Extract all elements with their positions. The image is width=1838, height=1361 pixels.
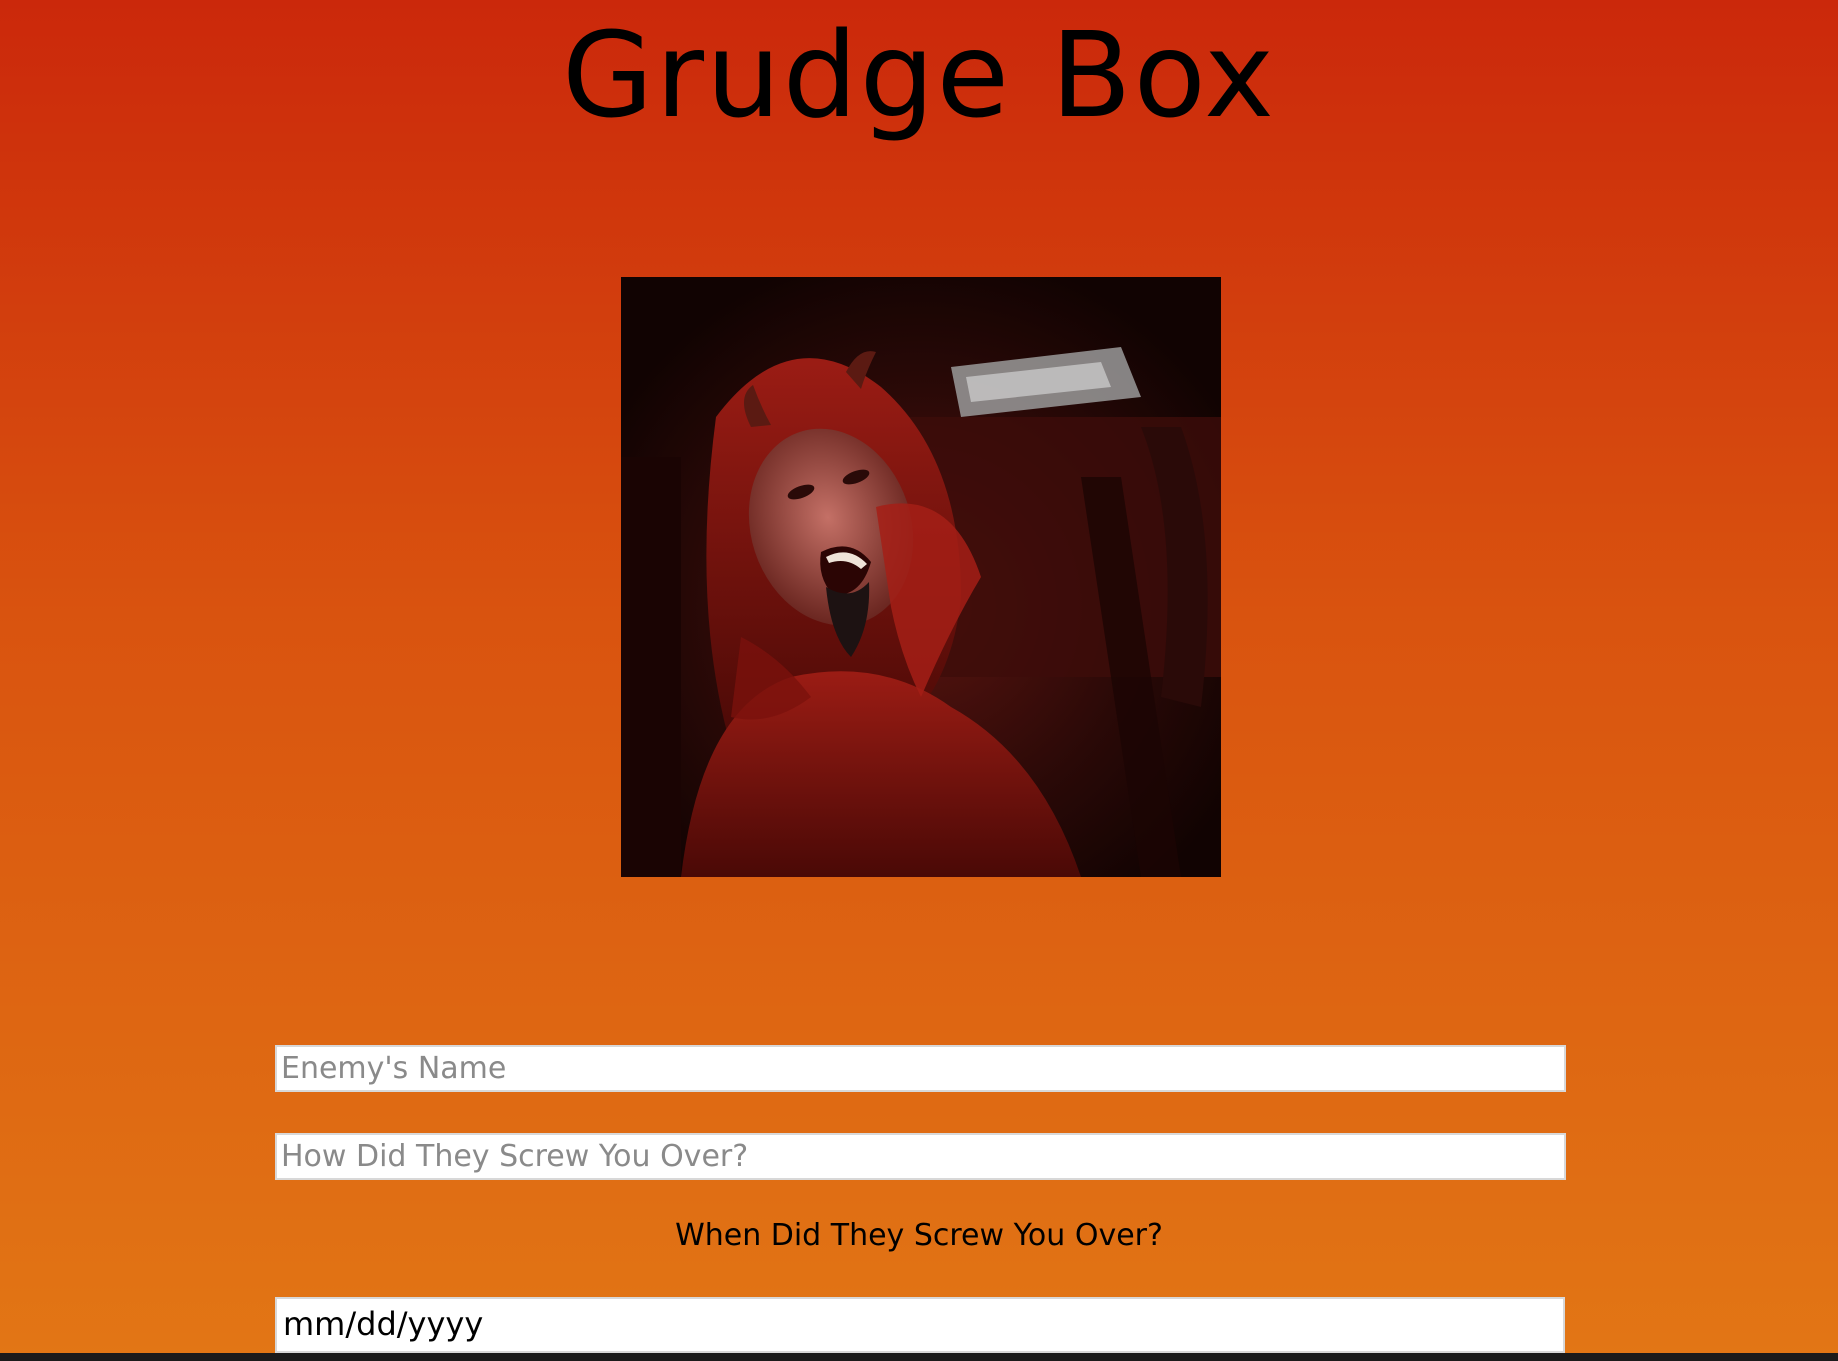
bottom-edge-bar [0,1353,1838,1361]
date-input[interactable]: mm/dd/yyyy [275,1297,1565,1353]
enemy-name-input[interactable] [275,1045,1566,1092]
date-placeholder: mm/dd/yyyy [283,1305,484,1343]
screw-how-input[interactable] [275,1133,1566,1180]
devil-costume-image [621,277,1221,877]
date-label: When Did They Screw You Over? [675,1218,1163,1253]
page-title: Grudge Box [562,6,1276,144]
